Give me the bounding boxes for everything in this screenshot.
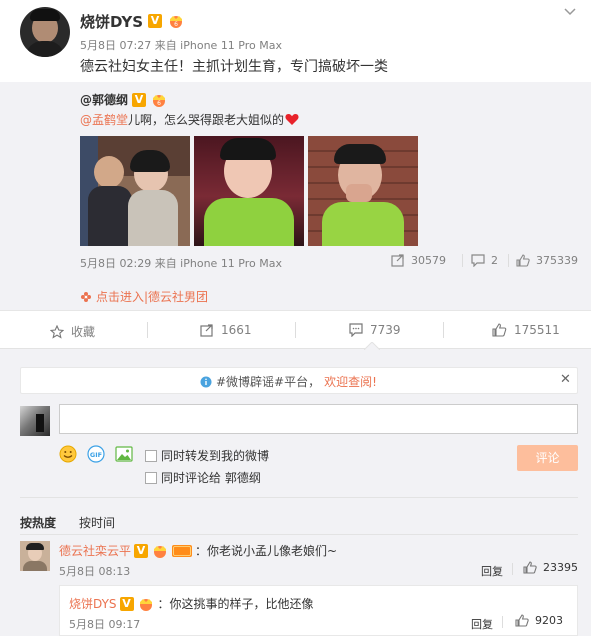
reply-text: ：你这挑事的样子，比他还像 [157, 597, 314, 611]
flower-icon [81, 291, 91, 302]
comment-icon [471, 254, 485, 267]
repost-image-2[interactable] [194, 136, 304, 246]
repost-reposts[interactable]: 30579 [391, 254, 446, 267]
comment-to-author-option[interactable]: 同时评论给 郭德纲 [145, 469, 261, 486]
repost-option-label: 同时转发到我的微博 [161, 449, 270, 463]
verified-badge-icon: V [132, 92, 147, 107]
close-icon[interactable]: ✕ [560, 372, 571, 387]
crown-badge-icon: 6 [170, 16, 183, 28]
repost-icon [200, 324, 213, 337]
repost-image-1[interactable] [80, 136, 190, 246]
repost-likes[interactable]: 375339 [516, 254, 578, 267]
comment-like-count: 23395 [543, 561, 578, 574]
repost-likes-count: 375339 [536, 254, 578, 267]
comment-button[interactable]: 7739 [349, 323, 401, 337]
reply-like-button[interactable]: 9203 [515, 614, 563, 627]
notice-content: #微博辟谣#平台， 欢迎查阅! [200, 373, 377, 390]
repost-comments-count: 2 [491, 254, 498, 267]
group-link-label: 点击进入|德云社男团 [96, 290, 209, 304]
thumbs-up-icon [523, 561, 537, 574]
image-icon[interactable] [115, 445, 133, 466]
comment-reply-button[interactable]: 回复 [481, 563, 503, 579]
submit-comment-button[interactable]: 评论 [517, 445, 578, 471]
author-line: 烧饼DYS V 6 [80, 11, 185, 31]
repost-meta: 5月8日 02:29 来自 iPhone 11 Pro Max [80, 257, 282, 270]
repost-button[interactable]: 1661 [200, 323, 252, 337]
comment-like-button[interactable]: 23395 [523, 561, 578, 574]
like-button[interactable]: 175511 [492, 323, 560, 337]
heart-icon [285, 114, 299, 125]
comment-author[interactable]: 德云社栾云平 [59, 542, 131, 559]
gif-icon[interactable]: GIF [87, 445, 105, 466]
sort-hot-tab[interactable]: 按热度 [20, 514, 56, 531]
repost-reposts-count: 30579 [411, 254, 446, 267]
crown-badge-icon [154, 545, 167, 558]
chevron-down-icon[interactable] [563, 7, 577, 17]
author-avatar[interactable] [20, 7, 70, 57]
repost-count: 1661 [221, 323, 252, 337]
svg-text:GIF: GIF [90, 451, 102, 459]
like-count: 175511 [514, 323, 560, 337]
repost-text-line: @孟鹤堂 儿啊，怎么哭得跟老大姐似的 [80, 111, 299, 128]
verified-badge-icon: V [134, 543, 149, 558]
thumbs-up-icon [492, 323, 507, 337]
comment-count: 7739 [370, 323, 401, 337]
repost-to-my-weibo-option[interactable]: 同时转发到我的微博 [145, 447, 269, 464]
sort-time-tab[interactable]: 按时间 [79, 514, 115, 531]
verified-badge-icon: V [148, 14, 163, 28]
repost-mention[interactable]: @孟鹤堂 [80, 111, 128, 128]
post-meta: 5月8日 07:27 来自 iPhone 11 Pro Max [80, 39, 282, 52]
author-name[interactable]: 烧饼DYS [80, 11, 143, 32]
comment-option-label: 同时评论给 郭德纲 [161, 471, 261, 485]
repost-image-3[interactable] [308, 136, 418, 246]
info-icon [200, 376, 212, 387]
reply-reply-button[interactable]: 回复 [471, 616, 493, 632]
svg-text:6: 6 [157, 100, 161, 107]
user-avatar [20, 406, 50, 436]
reply-line: 烧饼DYS V ：你这挑事的样子，比他还像 [69, 595, 314, 612]
notice-link[interactable]: 欢迎查阅! [324, 373, 377, 390]
crown-badge-icon: 6 [153, 94, 166, 107]
group-link[interactable]: 点击进入|德云社男团 [80, 288, 208, 305]
post-text: 德云社妇女主任！主抓计划生育，专门搞破坏一类 [80, 59, 388, 75]
checkbox-icon[interactable] [145, 449, 157, 462]
favorite-button[interactable]: 收藏 [50, 323, 95, 340]
star-icon [50, 324, 64, 339]
crown-badge-icon [139, 598, 152, 611]
pointer-arrow [364, 342, 380, 350]
comment-line: 德云社栾云平 V ：你老说小孟儿像老娘们~ [59, 542, 337, 559]
comment-icon [349, 323, 363, 337]
comment-input[interactable] [59, 404, 578, 434]
fan-badge-icon [172, 544, 193, 557]
notice-tag: #微博辟谣#平台， [216, 375, 321, 389]
svg-text:6: 6 [174, 21, 178, 28]
repost-comments[interactable]: 2 [471, 254, 498, 267]
reply-like-count: 9203 [535, 614, 563, 627]
thumbs-up-icon [515, 614, 529, 627]
commenter-avatar[interactable] [20, 541, 50, 571]
repost-icon [391, 254, 404, 267]
reply-author[interactable]: 烧饼DYS [69, 595, 117, 612]
repost-text: 儿啊，怎么哭得跟老大姐似的 [128, 113, 285, 127]
reply-time: 5月8日 09:17 [69, 618, 141, 631]
emoji-icon[interactable] [59, 445, 77, 466]
comment-time: 5月8日 08:13 [59, 565, 131, 578]
checkbox-icon[interactable] [145, 471, 157, 484]
comment-text: ：你老说小孟儿像老娘们~ [195, 544, 338, 558]
repost-author[interactable]: @郭德纲 [80, 91, 128, 108]
weibo-post-page: 烧饼DYS V 6 5月8日 07:27 来自 iPhone 11 Pro Ma… [0, 0, 591, 636]
favorite-label: 收藏 [71, 325, 96, 339]
verified-badge-icon: V [119, 596, 134, 611]
thumbs-up-icon [516, 254, 530, 267]
repost-author-line: @郭德纲 V 6 [80, 91, 168, 108]
